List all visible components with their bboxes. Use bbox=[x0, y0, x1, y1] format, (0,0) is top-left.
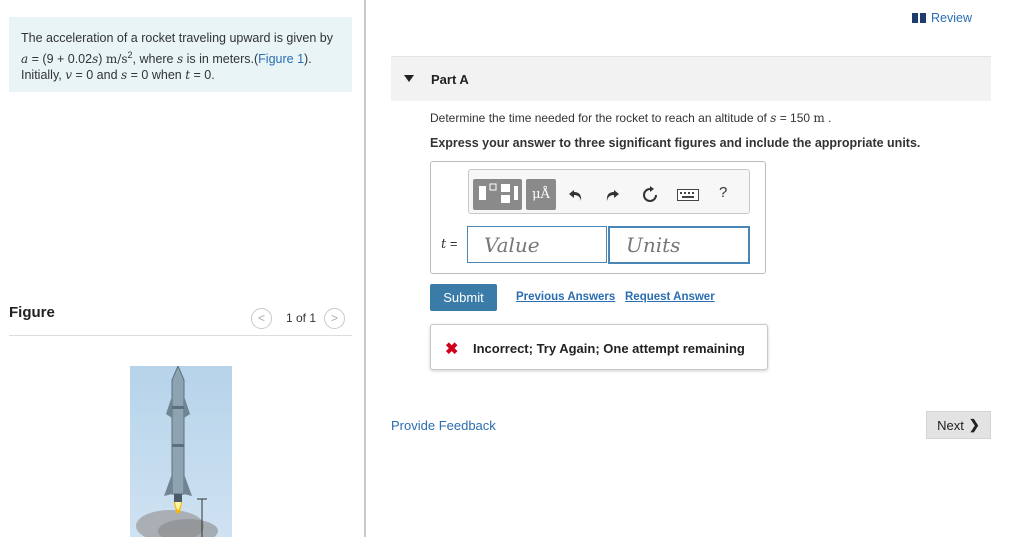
next-label: Next bbox=[937, 417, 964, 433]
review-label: Review bbox=[931, 11, 972, 25]
help-button[interactable]: ? bbox=[719, 184, 727, 201]
prev-figure-button[interactable]: < bbox=[251, 307, 272, 329]
figure-link[interactable]: Figure 1 bbox=[258, 52, 304, 66]
units-input[interactable]: Units bbox=[608, 226, 750, 264]
figure-count: 1 of 1 bbox=[286, 311, 317, 325]
collapse-caret-icon[interactable] bbox=[404, 75, 414, 82]
review-link[interactable]: Review bbox=[912, 11, 972, 25]
answer-variable-label: t = bbox=[441, 236, 458, 252]
part-a-header[interactable]: Part A bbox=[391, 56, 991, 101]
math-toolbar: μÅ ? bbox=[468, 169, 750, 214]
request-answer-link[interactable]: Request Answer bbox=[625, 291, 715, 303]
pane-divider[interactable] bbox=[364, 0, 366, 537]
templates-icon bbox=[479, 183, 518, 203]
feedback-message: ✖ Incorrect; Try Again; One attempt rema… bbox=[430, 324, 768, 370]
figure-heading: Figure bbox=[9, 304, 55, 321]
rocket-figure bbox=[130, 366, 232, 537]
units-symbols-button[interactable]: μÅ bbox=[526, 179, 556, 210]
submit-button[interactable]: Submit bbox=[430, 284, 497, 311]
next-figure-button[interactable]: > bbox=[324, 307, 346, 329]
left-pane: The acceleration of a rocket traveling u… bbox=[0, 0, 364, 537]
undo-icon[interactable] bbox=[565, 184, 587, 206]
answer-box: μÅ ? t = Value Units bbox=[430, 161, 766, 274]
problem-statement: The acceleration of a rocket traveling u… bbox=[9, 17, 352, 92]
keyboard-icon[interactable] bbox=[676, 184, 700, 206]
rocket-illustration bbox=[136, 366, 218, 537]
chevron-right-icon: ❯ bbox=[968, 417, 980, 432]
figure-pager: < 1 of 1 > bbox=[251, 307, 346, 329]
problem-line-1: The acceleration of a rocket traveling u… bbox=[21, 31, 333, 45]
part-a-title: Part A bbox=[431, 72, 469, 87]
instruction-text: Express your answer to three significant… bbox=[430, 136, 921, 150]
problem-line-2: a = (9 + 0.02s) m/s2, where s is in mete… bbox=[21, 49, 312, 66]
next-button[interactable]: Next ❯ bbox=[926, 411, 991, 439]
reset-icon[interactable] bbox=[639, 184, 661, 206]
feedback-text: Incorrect; Try Again; One attempt remain… bbox=[473, 341, 745, 356]
value-input[interactable]: Value bbox=[467, 226, 607, 263]
figure-divider bbox=[9, 335, 352, 336]
provide-feedback-link[interactable]: Provide Feedback bbox=[391, 418, 496, 433]
problem-line-3: Initially, v = 0 and s = 0 when t = 0. bbox=[21, 68, 215, 83]
previous-answers-link[interactable]: Previous Answers bbox=[516, 291, 615, 303]
redo-icon[interactable] bbox=[601, 184, 623, 206]
book-icon bbox=[912, 13, 926, 23]
templates-button[interactable] bbox=[473, 179, 522, 210]
error-x-icon: ✖ bbox=[445, 341, 459, 358]
question-text: Determine the time needed for the rocket… bbox=[430, 111, 832, 125]
